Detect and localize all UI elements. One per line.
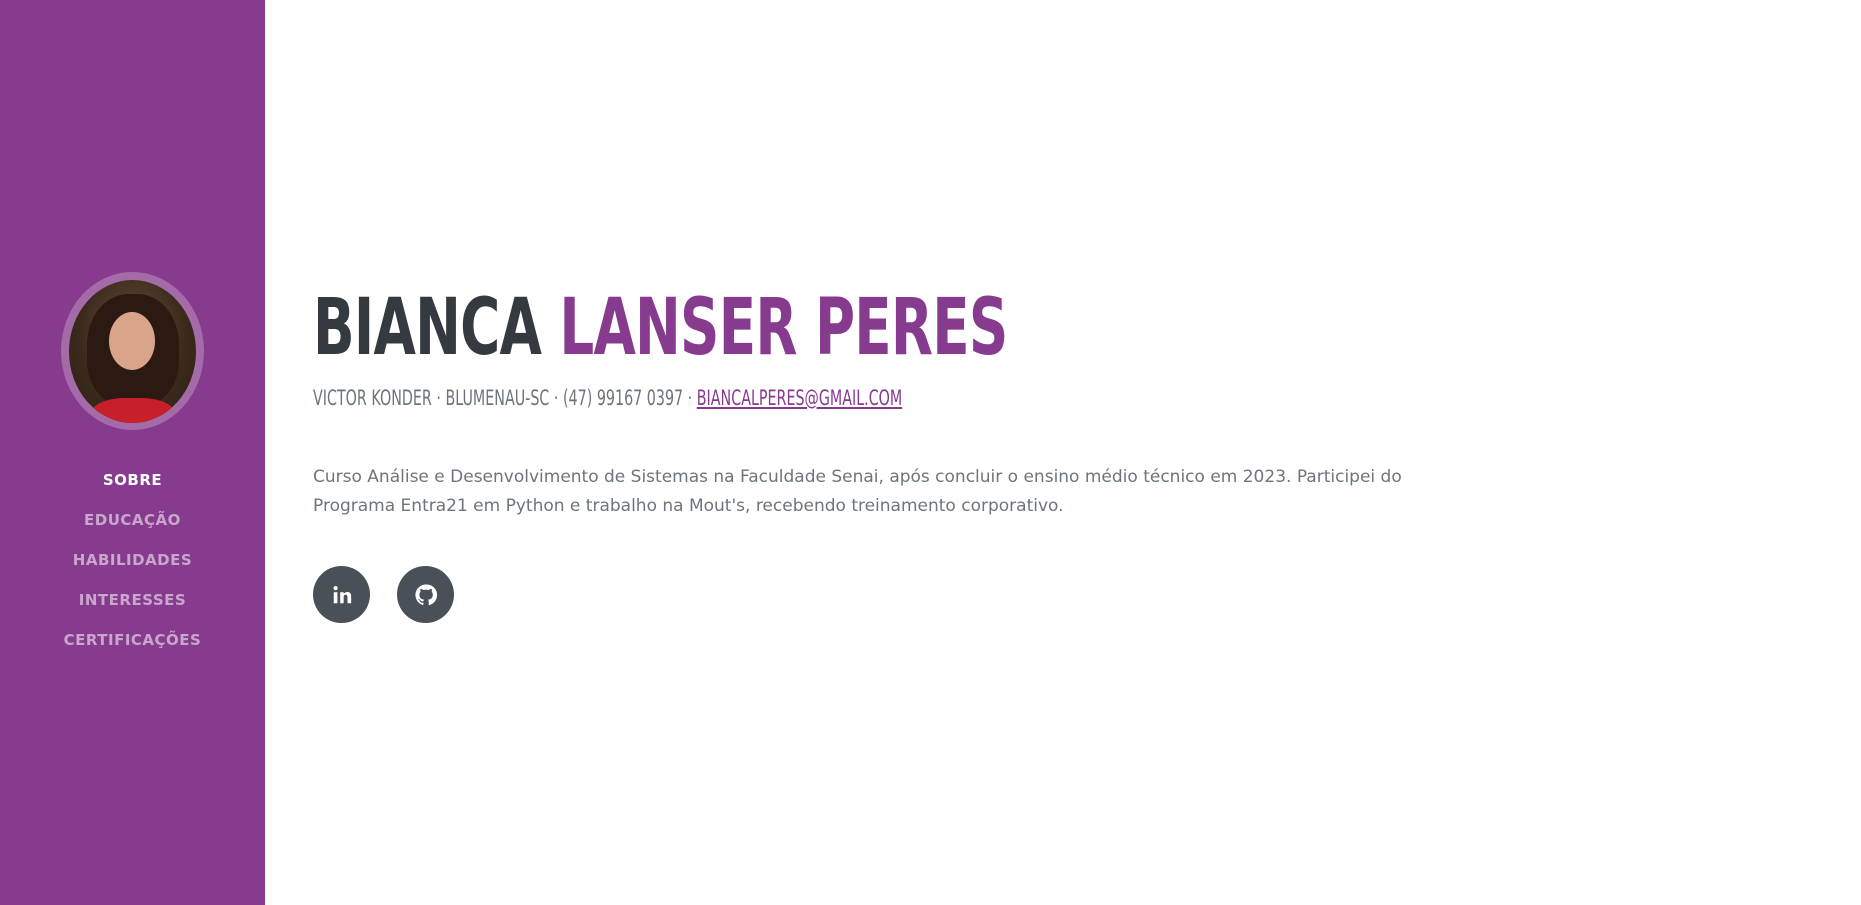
about-description: Curso Análise e Desenvolvimento de Siste…: [313, 467, 1402, 516]
linkedin-icon: [332, 585, 351, 603]
social-icons: [313, 566, 454, 623]
page-title: BIANCA LANSER PERES: [313, 282, 1008, 374]
profile-photo: [69, 279, 196, 423]
linkedin-button[interactable]: [313, 566, 370, 623]
address-text: VICTOR KONDER · BLUMENAU-SC · (47) 99167…: [313, 386, 697, 410]
main-content: BIANCA LANSER PERES VICTOR KONDER · BLUM…: [313, 0, 1813, 905]
email-link[interactable]: BIANCALPERES@GMAIL.COM: [697, 386, 902, 410]
nav-item-interesses[interactable]: INTERESSES: [79, 580, 186, 620]
sidebar-nav: SOBRE EDUCAÇÃO HABILIDADES INTERESSES CE…: [64, 460, 202, 660]
nav-item-certificacoes[interactable]: CERTIFICAÇÕES: [64, 620, 202, 660]
last-name: LANSER PERES: [559, 283, 1008, 373]
first-name: BIANCA: [313, 283, 542, 373]
github-icon: [414, 583, 437, 605]
sidebar: SOBRE EDUCAÇÃO HABILIDADES INTERESSES CE…: [0, 0, 265, 905]
github-button[interactable]: [397, 566, 454, 623]
contact-line: VICTOR KONDER · BLUMENAU-SC · (47) 99167…: [313, 383, 902, 413]
avatar: [61, 272, 204, 430]
nav-item-sobre[interactable]: SOBRE: [103, 460, 162, 500]
nav-item-habilidades[interactable]: HABILIDADES: [73, 540, 192, 580]
nav-item-educacao[interactable]: EDUCAÇÃO: [84, 500, 181, 540]
